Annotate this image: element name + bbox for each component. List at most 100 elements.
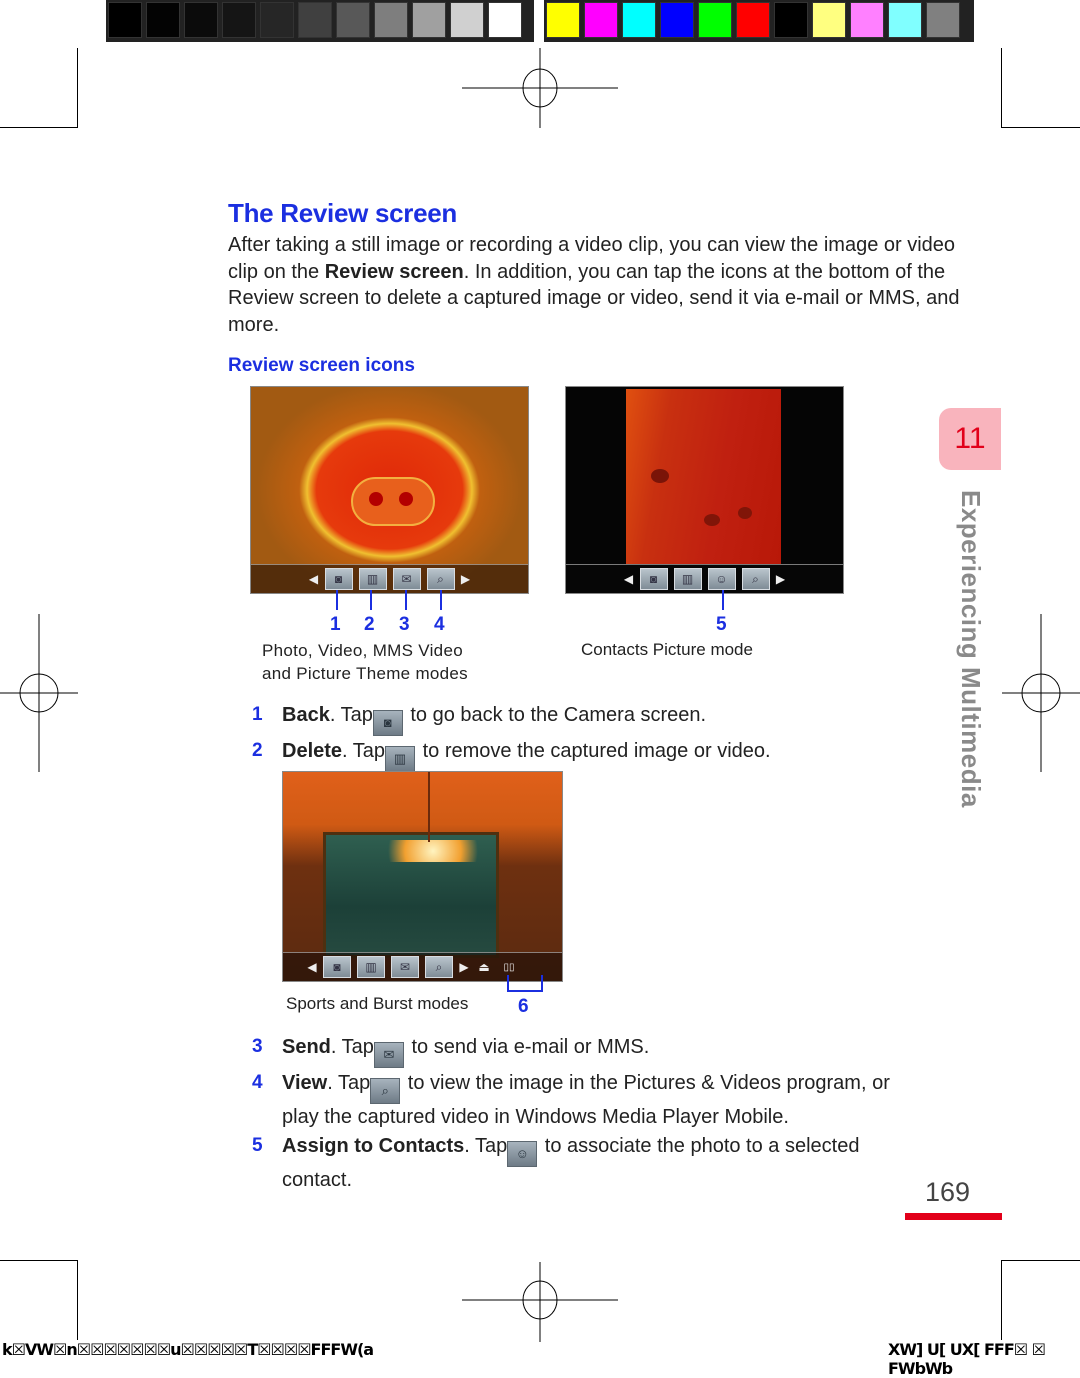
item-number: 5 bbox=[252, 1135, 263, 1156]
review-screenshot-sports-mode: ◀ ◙ ▥ ✉ ⌕ ▶ ⏏ ▯▯ bbox=[282, 771, 563, 982]
pig-snout bbox=[351, 477, 435, 526]
gray-swatch bbox=[260, 2, 294, 38]
color-swatch bbox=[584, 2, 618, 38]
item-text: contact. bbox=[282, 1169, 353, 1191]
registration-mark-right bbox=[1002, 614, 1080, 772]
camera-icon[interactable]: ◙ bbox=[324, 568, 353, 590]
callout-number: 5 bbox=[716, 614, 727, 635]
item-text: to associate the photo to a selected bbox=[539, 1135, 860, 1157]
caption-line: Photo, Video, MMS Video bbox=[262, 641, 463, 660]
left-arrow-icon[interactable]: ◀ bbox=[309, 572, 319, 586]
envelope-icon[interactable]: ✉ bbox=[391, 956, 419, 978]
callout-number: 4 bbox=[434, 614, 445, 635]
trash-icon[interactable]: ▥ bbox=[358, 568, 387, 590]
color-swatch bbox=[774, 2, 808, 38]
envelope-icon[interactable]: ✉ bbox=[392, 568, 421, 590]
subsection-title: Review screen icons bbox=[228, 355, 415, 376]
gray-swatch bbox=[488, 2, 522, 38]
crop-mark bbox=[0, 1260, 78, 1261]
figure-caption: Sports and Burst modes bbox=[286, 994, 469, 1013]
crop-mark bbox=[77, 48, 78, 128]
item-text: . Tap bbox=[329, 704, 373, 726]
left-arrow-icon[interactable]: ◀ bbox=[624, 572, 634, 586]
item-text: to go back to the Camera screen. bbox=[404, 704, 707, 726]
review-toolbar: ◀ ◙ ▥ ✉ ⌕ ▶ bbox=[251, 564, 528, 593]
registration-mark-left bbox=[0, 614, 78, 772]
item-text: . Tap bbox=[464, 1135, 508, 1157]
color-swatch bbox=[926, 2, 960, 38]
gray-swatch bbox=[374, 2, 408, 38]
registration-mark-bottom bbox=[462, 1262, 618, 1342]
frames-icon[interactable]: ▯▯ bbox=[499, 962, 519, 973]
grayscale-calibration-bar bbox=[106, 0, 534, 42]
callout-number: 6 bbox=[518, 996, 529, 1017]
gray-swatch bbox=[184, 2, 218, 38]
eject-icon[interactable]: ⏏ bbox=[475, 960, 493, 974]
color-swatch bbox=[850, 2, 884, 38]
gray-swatch bbox=[336, 2, 370, 38]
callout-line bbox=[370, 590, 372, 610]
right-arrow-icon[interactable]: ▶ bbox=[459, 960, 469, 974]
print-slug-left: k☒VW☒n☒☒☒☒☒☒☒u☒☒☒☒☒T☒☒☒☒FFFW(a bbox=[2, 1340, 374, 1359]
caption-line: and Picture Theme modes bbox=[262, 664, 468, 683]
right-arrow-icon[interactable]: ▶ bbox=[461, 572, 471, 586]
camera-icon[interactable]: ◙ bbox=[323, 956, 351, 978]
magnifier-icon[interactable]: ⌕ bbox=[425, 956, 453, 978]
color-swatch bbox=[698, 2, 732, 38]
item-number: 3 bbox=[252, 1036, 263, 1057]
item-number: 1 bbox=[252, 704, 263, 725]
trash-icon[interactable]: ▥ bbox=[357, 956, 385, 978]
item-text: . Tap bbox=[342, 740, 386, 762]
pig-nostril bbox=[369, 492, 383, 506]
magnifier-icon: ⌕ bbox=[370, 1078, 401, 1104]
callout-bracket bbox=[507, 990, 543, 992]
callout-line bbox=[541, 975, 543, 991]
gray-swatch bbox=[450, 2, 484, 38]
color-swatch bbox=[546, 2, 580, 38]
item-text: to remove the captured image or video. bbox=[417, 740, 771, 762]
item-label: Delete bbox=[282, 740, 343, 762]
gray-swatch bbox=[108, 2, 142, 38]
magnifier-icon[interactable]: ⌕ bbox=[741, 568, 770, 590]
item-text: to view the image in the Pictures & Vide… bbox=[402, 1072, 890, 1094]
item-text: to send via e-mail or MMS. bbox=[405, 1036, 650, 1058]
item-label: Assign to Contacts bbox=[282, 1135, 465, 1157]
gray-swatch bbox=[412, 2, 446, 38]
contact-icon: ☺ bbox=[507, 1141, 538, 1167]
registration-mark-top bbox=[462, 48, 618, 128]
item-text: play the captured video in Windows Media… bbox=[282, 1106, 789, 1128]
chandelier-chain bbox=[428, 772, 430, 842]
crop-mark bbox=[1001, 127, 1080, 128]
trash-icon: ▥ bbox=[385, 746, 416, 772]
item-label: Send bbox=[282, 1036, 331, 1058]
color-calibration-bar bbox=[544, 0, 974, 42]
crop-mark bbox=[0, 127, 78, 128]
callout-number: 2 bbox=[364, 614, 375, 635]
callout-line bbox=[722, 590, 724, 610]
chandelier-lights bbox=[378, 840, 488, 862]
callout-number: 3 bbox=[399, 614, 410, 635]
callout-line bbox=[507, 975, 509, 991]
color-swatch bbox=[660, 2, 694, 38]
page-number-rule bbox=[905, 1213, 1002, 1220]
camera-icon[interactable]: ◙ bbox=[639, 568, 668, 590]
color-swatch bbox=[812, 2, 846, 38]
section-title: The Review screen bbox=[228, 198, 458, 228]
intro-paragraph: After taking a still image or recording … bbox=[228, 232, 968, 338]
contact-icon[interactable]: ☺ bbox=[707, 568, 736, 590]
trash-icon[interactable]: ▥ bbox=[673, 568, 702, 590]
chapter-number-tab: 11 bbox=[939, 408, 1001, 470]
left-arrow-icon[interactable]: ◀ bbox=[307, 960, 317, 974]
page-number: 169 bbox=[925, 1177, 971, 1207]
pig-nostril bbox=[399, 492, 413, 506]
callout-line bbox=[336, 590, 338, 610]
magnifier-icon[interactable]: ⌕ bbox=[426, 568, 455, 590]
contact-photo bbox=[626, 389, 781, 569]
item-label: View bbox=[282, 1072, 328, 1094]
review-toolbar: ◀ ◙ ▥ ☺ ⌕ ▶ bbox=[566, 564, 843, 593]
review-toolbar: ◀ ◙ ▥ ✉ ⌕ ▶ ⏏ ▯▯ bbox=[283, 952, 562, 981]
right-arrow-icon[interactable]: ▶ bbox=[776, 572, 786, 586]
crop-mark bbox=[1001, 1260, 1002, 1340]
callout-line bbox=[405, 590, 407, 610]
envelope-icon: ✉ bbox=[373, 1042, 404, 1068]
